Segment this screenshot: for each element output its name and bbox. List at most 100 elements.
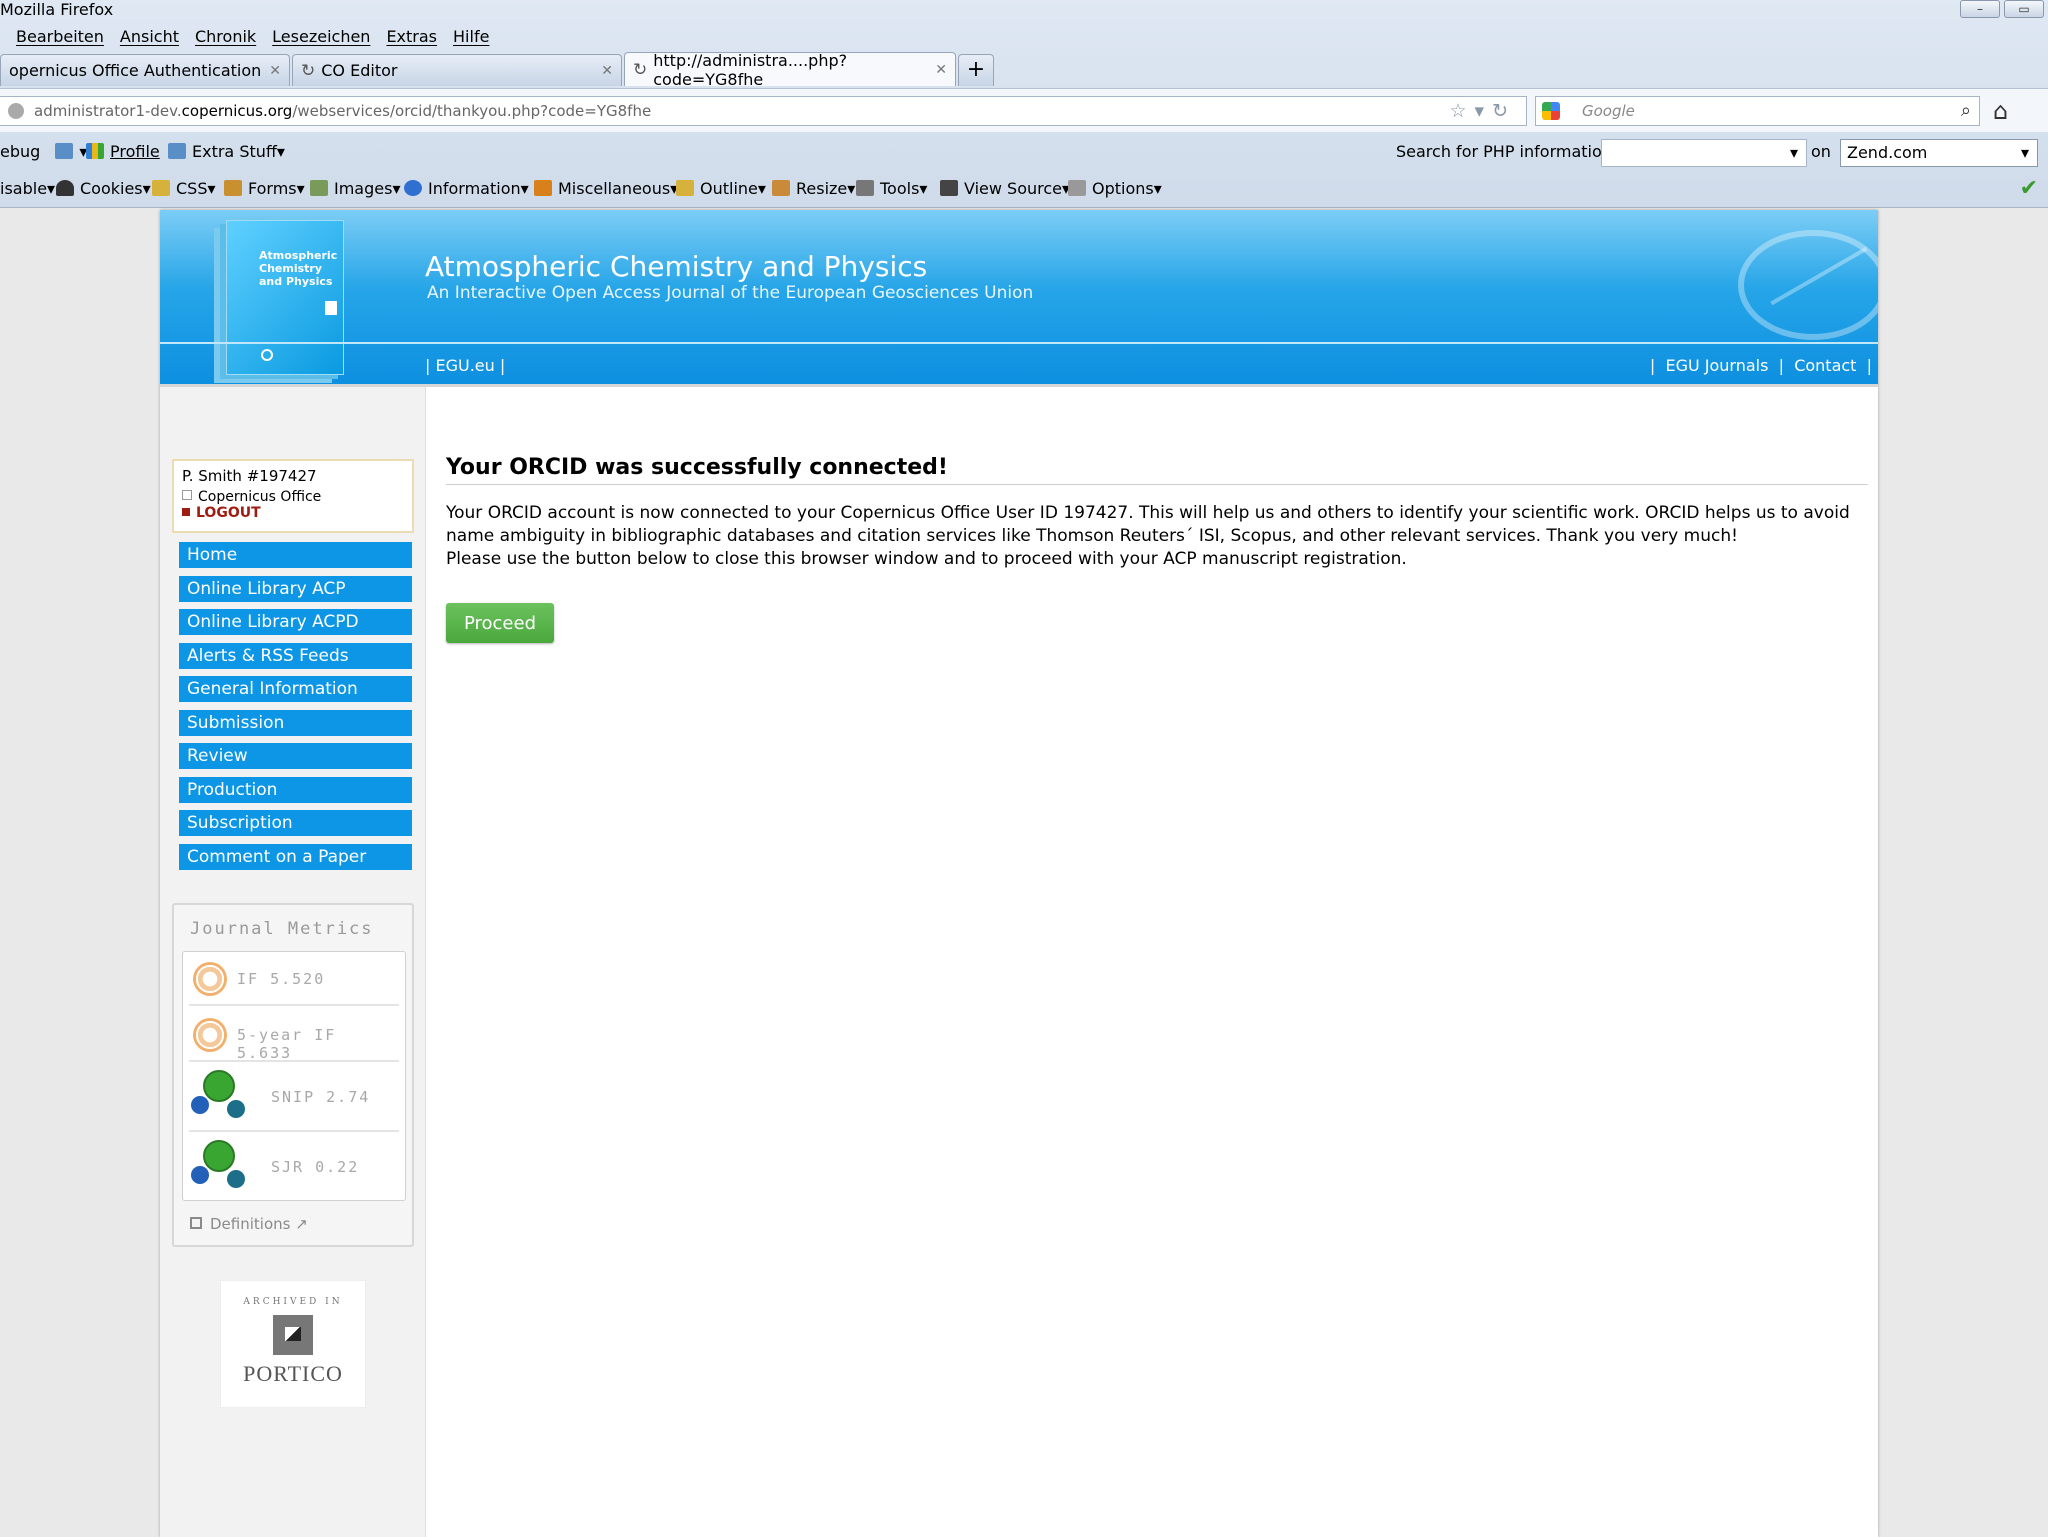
search-placeholder: Google — [1582, 102, 1635, 120]
menu-ansicht[interactable]: Ansicht — [120, 24, 179, 50]
check-icon: ✔ — [2019, 176, 2038, 201]
main-content: Your ORCID was successfully connected! Y… — [446, 455, 1868, 643]
nav-subscription[interactable]: Subscription — [179, 810, 412, 836]
resize-menu[interactable]: Resize▾ — [772, 172, 855, 206]
debug-menu[interactable]: ebug ▾ — [0, 134, 87, 170]
nav-general-information[interactable]: General Information — [179, 676, 412, 702]
nav-home[interactable]: Home — [179, 542, 412, 568]
close-icon[interactable]: ✕ — [601, 63, 613, 79]
nav-submission[interactable]: Submission — [179, 709, 412, 736]
web-page: Atmospheric Chemistry and Physics Atmosp… — [160, 210, 1878, 1537]
search-icon[interactable]: ⌕ — [1961, 97, 1971, 125]
pencil-icon — [676, 180, 694, 196]
menu-bearbeiten[interactable]: Bearbeiten — [16, 24, 104, 50]
dropdown-icon[interactable]: ▾ — [1475, 100, 1493, 122]
site-header: Atmospheric Chemistry and Physics Atmosp… — [160, 210, 1878, 386]
restore-button[interactable]: ▭ — [2004, 0, 2044, 18]
outline-menu[interactable]: Outline▾ — [676, 172, 766, 206]
metrics-list: IF 5.520 5-year IF 5.633 SNIP 2.74 SJR 0… — [182, 951, 406, 1201]
metric-sjr[interactable]: SJR 0.22 — [189, 1132, 399, 1198]
tab-label: opernicus Office Authentication — [9, 61, 262, 80]
nav-alerts-rss[interactable]: Alerts & RSS Feeds — [179, 642, 412, 669]
close-icon[interactable]: ✕ — [935, 62, 947, 78]
url-actions: ☆▾↻ — [1449, 97, 1516, 125]
new-tab-button[interactable]: + — [958, 54, 994, 86]
navigation-bar: administrator1-dev.copernicus.org/webser… — [0, 88, 2048, 132]
tools-menu[interactable]: Tools▾ — [856, 172, 927, 206]
wrench-icon — [856, 180, 874, 196]
page-title: Your ORCID was successfully connected! — [446, 455, 1868, 485]
menu-extras[interactable]: Extras — [386, 24, 437, 50]
tab-copernicus-auth[interactable]: opernicus Office Authentication ✕ — [0, 54, 290, 86]
cookies-menu[interactable]: Cookies▾ — [56, 172, 151, 206]
image-icon — [310, 180, 328, 196]
nav-online-library-acp[interactable]: Online Library ACP — [179, 575, 412, 602]
images-menu[interactable]: Images▾ — [310, 172, 400, 206]
window-controls: – ▭ — [1960, 0, 2044, 18]
menu-lesezeichen[interactable]: Lesezeichen — [272, 24, 370, 50]
confirmation-text: Your ORCID account is now connected to y… — [446, 503, 1850, 569]
extra-stuff-menu[interactable]: Extra Stuff▾ — [168, 134, 285, 170]
metric-if[interactable]: IF 5.520 — [189, 952, 399, 1006]
user-box: P. Smith #197427 Copernicus Office LOGOU… — [172, 459, 414, 533]
portico-logo-icon — [273, 1315, 313, 1355]
sidebar-nav: Home Online Library ACP Online Library A… — [179, 542, 412, 877]
metric-5yr-if[interactable]: 5-year IF 5.633 — [189, 1006, 399, 1062]
egu-journals-link[interactable]: EGU Journals — [1665, 356, 1768, 375]
url-bar[interactable]: administrator1-dev.copernicus.org/webser… — [0, 96, 1527, 126]
reload-icon[interactable]: ↻ — [1492, 100, 1516, 122]
person-icon — [56, 180, 74, 196]
external-link-icon: ↗ — [295, 1215, 308, 1233]
definitions-link[interactable]: Definitions ↗ — [190, 1215, 308, 1233]
journal-metrics-box: Journal Metrics IF 5.520 5-year IF 5.633… — [172, 903, 414, 1247]
information-menu[interactable]: Information▾ — [404, 172, 529, 206]
nav-production[interactable]: Production — [179, 776, 412, 803]
menu-bar: Bearbeiten Ansicht Chronik Lesezeichen E… — [0, 24, 489, 50]
metric-snip[interactable]: SNIP 2.74 — [189, 1062, 399, 1132]
menu-chronik[interactable]: Chronik — [195, 24, 256, 50]
options-menu[interactable]: Options▾ — [1068, 172, 1162, 206]
window-title: Mozilla Firefox — [0, 0, 114, 19]
journal-subtitle: An Interactive Open Access Journal of th… — [427, 283, 1034, 303]
webdev-toolbar-2: isable▾ Cookies▾ CSS▾ Forms▾ Images▾ Inf… — [0, 172, 2048, 206]
menu-hilfe[interactable]: Hilfe — [453, 24, 489, 50]
nav-online-library-acpd[interactable]: Online Library ACPD — [179, 609, 412, 635]
star-icon[interactable]: ☆ — [1449, 100, 1474, 122]
egu-link[interactable]: | EGU.eu | — [425, 356, 505, 375]
nav-comment-on-paper[interactable]: Comment on a Paper — [179, 843, 412, 870]
egu-logo-icon — [1738, 230, 1878, 340]
close-icon[interactable]: ✕ — [269, 63, 281, 79]
header-links: | EGU Journals | Contact | — [1649, 356, 1872, 375]
css-menu[interactable]: CSS▾ — [152, 172, 216, 206]
globe-icon — [8, 103, 24, 119]
tab-bar: opernicus Office Authentication ✕ ↻ CO E… — [0, 51, 2048, 89]
journal-cover-image: Atmospheric Chemistry and Physics — [226, 220, 344, 375]
tab-co-editor[interactable]: ↻ CO Editor ✕ — [292, 54, 622, 86]
contact-link[interactable]: Contact — [1794, 356, 1856, 375]
disable-menu[interactable]: isable▾ — [0, 172, 55, 206]
google-icon[interactable] — [1542, 102, 1560, 120]
profile-button[interactable]: Profile — [86, 134, 160, 170]
scimago-icon — [191, 1070, 251, 1120]
logout-link[interactable]: LOGOUT — [182, 505, 404, 521]
ruler-icon — [772, 180, 790, 196]
toolbox-icon — [534, 180, 552, 196]
search-bar[interactable]: Google ⌕ — [1535, 96, 1980, 126]
user-org-link[interactable]: Copernicus Office — [182, 489, 404, 505]
cover-title: Atmospheric Chemistry and Physics — [259, 249, 338, 288]
nav-review[interactable]: Review — [179, 743, 412, 769]
archived-in-label: ARCHIVED IN — [243, 1297, 343, 1307]
home-icon[interactable]: ⌂ — [1993, 97, 2008, 125]
tab-thankyou[interactable]: ↻ http://administra....php?code=YG8fhe ✕ — [624, 51, 956, 89]
monitor-icon — [55, 143, 74, 159]
loading-icon: ↻ — [633, 59, 648, 80]
portico-badge[interactable]: ARCHIVED IN PORTICO — [220, 1280, 366, 1408]
php-search-input[interactable] — [1601, 139, 1807, 167]
proceed-button[interactable]: Proceed — [446, 603, 554, 643]
miscellaneous-menu[interactable]: Miscellaneous▾ — [534, 172, 678, 206]
view-source-menu[interactable]: View Source▾ — [940, 172, 1070, 206]
minimize-button[interactable]: – — [1960, 0, 2000, 18]
forms-menu[interactable]: Forms▾ — [224, 172, 305, 206]
journal-title: Atmospheric Chemistry and Physics — [425, 250, 928, 283]
zend-select[interactable]: Zend.com — [1840, 139, 2038, 167]
